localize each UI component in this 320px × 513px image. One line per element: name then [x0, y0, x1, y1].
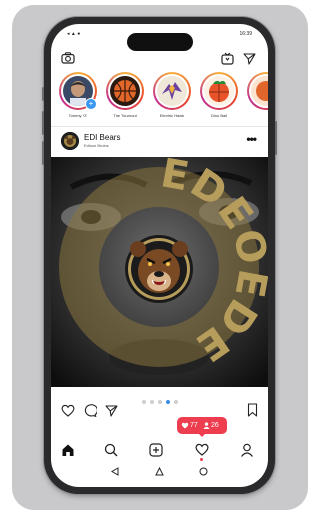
direct-message-icon[interactable]	[243, 52, 256, 65]
like-heart-icon[interactable]	[61, 404, 75, 417]
post-image-graphic: EDEOEDE	[51, 157, 268, 387]
story-item[interactable]: + Tommy 'G'	[56, 72, 100, 118]
story-avatar	[204, 76, 234, 106]
home-icon[interactable]	[61, 443, 75, 457]
story-item[interactable]	[244, 72, 268, 113]
story-ring	[153, 72, 191, 110]
search-icon[interactable]	[104, 443, 118, 457]
story-ring	[247, 72, 268, 110]
camera-icon[interactable]	[61, 52, 75, 64]
system-navigation-bar	[51, 464, 268, 480]
volume-down-button	[42, 141, 44, 165]
stories-divider	[51, 126, 268, 127]
story-item[interactable]: The Tournout	[103, 72, 147, 118]
story-item[interactable]: Electric Hawk	[150, 72, 194, 118]
recents-icon[interactable]	[199, 467, 208, 476]
post-account-name[interactable]: EDI Bears	[84, 133, 120, 142]
follower-count: 26	[211, 422, 219, 429]
status-time: 16:39	[239, 31, 252, 37]
home-button-icon[interactable]	[155, 467, 164, 476]
follower-icon	[203, 422, 210, 429]
igtv-icon[interactable]	[221, 52, 234, 65]
post-avatar[interactable]	[61, 132, 79, 150]
activity-dot	[200, 458, 203, 461]
story-name: Dino Ball	[210, 113, 227, 118]
post-subtitle: Edison Bruins	[84, 143, 109, 148]
post-actions	[51, 401, 268, 421]
mute-switch	[42, 87, 44, 101]
bookmark-icon[interactable]	[247, 403, 258, 417]
story-item[interactable]: Dino Ball	[197, 72, 241, 118]
bottom-navigation	[51, 438, 268, 462]
story-ring	[106, 72, 144, 110]
story-name: Tommy 'G'	[68, 113, 88, 118]
power-button	[275, 121, 277, 155]
story-name: Electric Hawk	[159, 113, 185, 118]
add-post-icon[interactable]	[149, 443, 163, 457]
post-header: EDI Bears Edison Bruins •••	[51, 128, 268, 154]
comment-icon[interactable]	[83, 404, 97, 417]
like-count: 77	[190, 422, 198, 429]
story-name: The Tournout	[113, 113, 137, 118]
story-avatar	[110, 76, 140, 106]
story-ring	[200, 72, 238, 110]
post-image[interactable]: EDEOEDE	[51, 157, 268, 387]
volume-up-button	[42, 111, 44, 135]
activity-notification-badge[interactable]: 77 26	[177, 417, 227, 437]
story-ring: +	[59, 72, 97, 110]
heart-icon	[181, 422, 189, 429]
share-icon[interactable]	[105, 404, 118, 417]
badge-pointer	[198, 433, 206, 437]
stories-row: + Tommy 'G' The Tournout Electric Hawk D…	[51, 72, 268, 122]
carousel-indicator	[51, 391, 268, 404]
activity-icon[interactable]	[195, 443, 209, 456]
profile-icon[interactable]	[240, 443, 254, 457]
phone-frame: ◂ ▲ ● 16:39 + Tommy 'G' The Tournout Ele…	[42, 17, 277, 494]
phone-screen: ◂ ▲ ● 16:39 + Tommy 'G' The Tournout Ele…	[51, 24, 268, 487]
back-icon[interactable]	[111, 467, 119, 476]
status-left-icons: ◂ ▲ ●	[67, 31, 81, 37]
story-avatar	[157, 76, 187, 106]
more-options-icon[interactable]: •••	[246, 132, 257, 146]
add-story-badge[interactable]: +	[85, 98, 97, 110]
top-bar	[51, 48, 268, 70]
